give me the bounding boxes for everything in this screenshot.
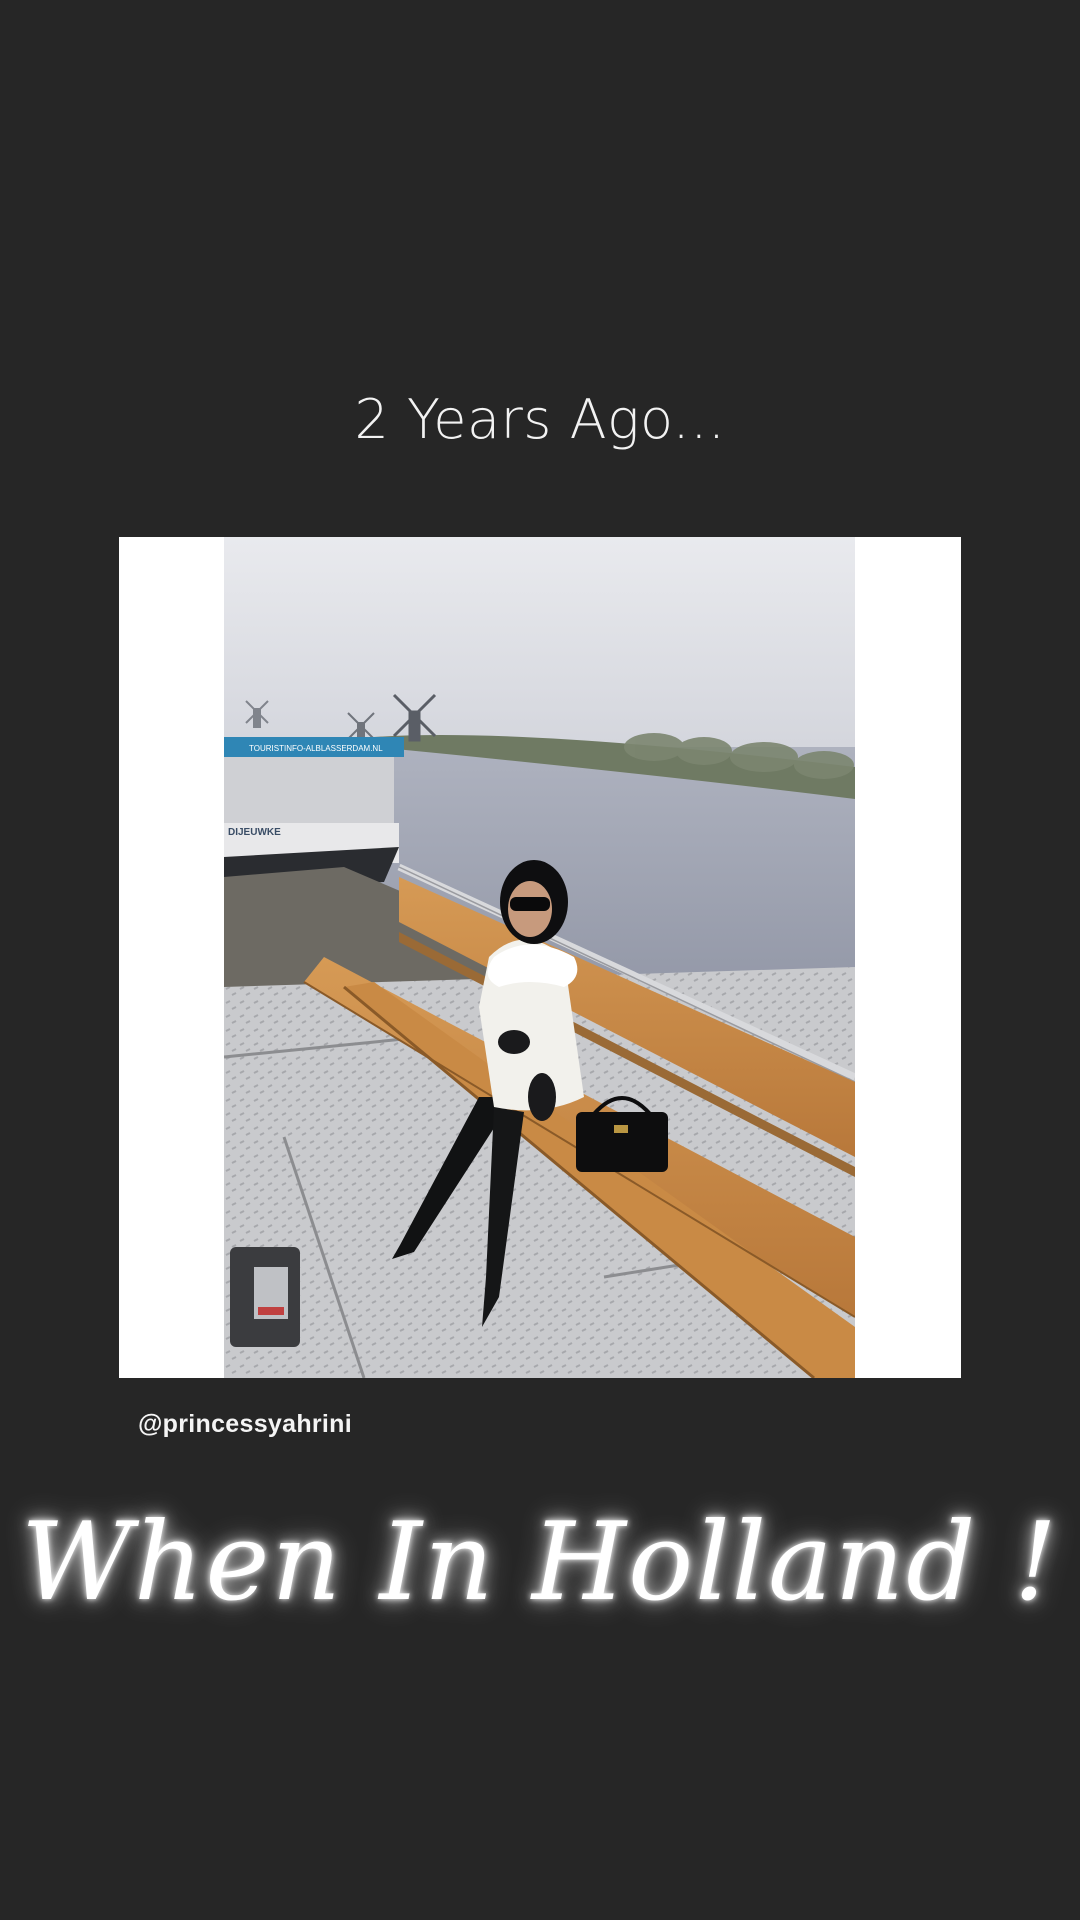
- sky: [224, 537, 855, 757]
- boat-sign: TOURISTINFO-ALBLASSERDAM.NL: [249, 744, 383, 753]
- post-photo[interactable]: TOURISTINFO-ALBLASSERDAM.NL DIJEUWKE: [224, 537, 855, 1378]
- electric-box: [230, 1247, 300, 1347]
- username-mention[interactable]: @princessyahrini: [138, 1410, 352, 1439]
- story-caption: When In Holland !: [20, 1500, 1059, 1625]
- tour-boat: TOURISTINFO-ALBLASSERDAM.NL DIJEUWKE: [224, 737, 404, 887]
- boat-name: DIJEUWKE: [228, 827, 281, 838]
- memory-header: 2 Years Ago...: [354, 388, 726, 451]
- shared-post-card[interactable]: TOURISTINFO-ALBLASSERDAM.NL DIJEUWKE: [119, 537, 961, 1378]
